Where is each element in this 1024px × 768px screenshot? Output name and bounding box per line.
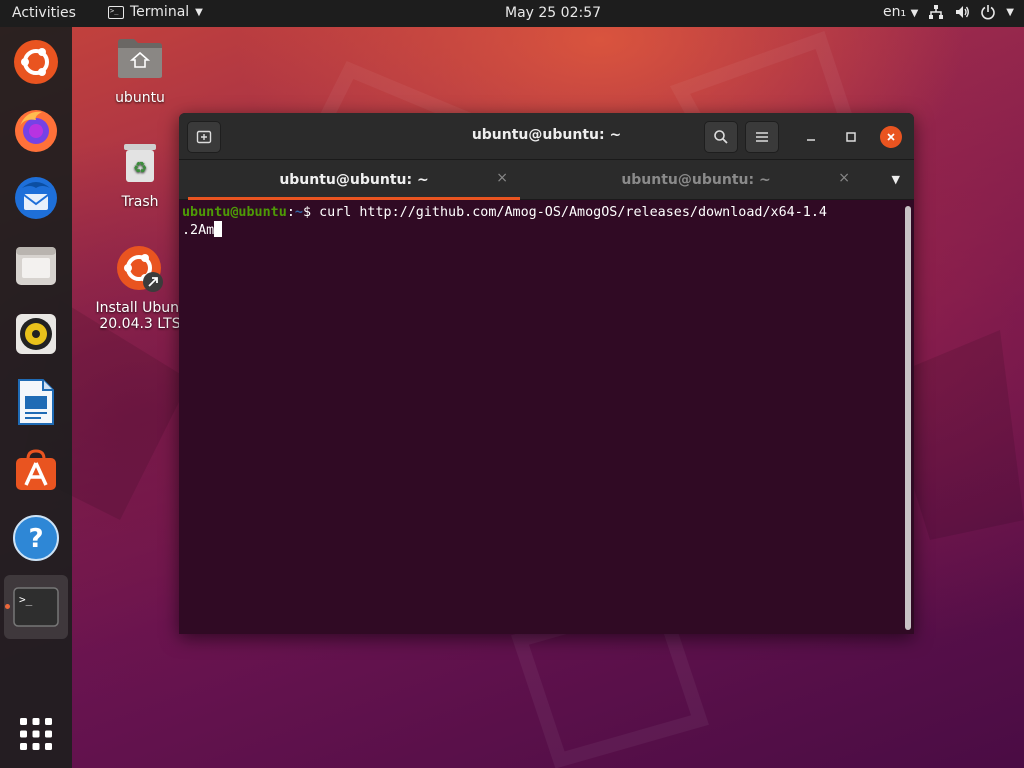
desktop-icon-label: 20.04.3 LTS <box>99 316 181 332</box>
tab-list-chevron-icon[interactable]: ▼ <box>892 173 900 186</box>
hamburger-menu-icon <box>756 132 768 142</box>
help-icon: ? <box>13 515 59 561</box>
prompt-path: ~ <box>294 205 303 220</box>
firefox-icon <box>15 110 57 152</box>
maximize-button[interactable] <box>840 126 862 148</box>
app-menu[interactable]: >_ Terminal ▼ <box>108 4 203 20</box>
files-icon <box>16 247 56 285</box>
app-grid-icon <box>20 718 52 750</box>
app-menu-label: Terminal <box>130 4 190 20</box>
prompt-separator: : <box>286 205 295 220</box>
terminal-window: ubuntu@ubuntu: ~ ubuntu@ubuntu: ~ × ubun… <box>179 113 914 634</box>
dock-item-terminal[interactable]: >_ <box>4 575 68 639</box>
desktop-icon-trash[interactable]: ♻ Trash <box>90 140 190 210</box>
dock: ? >_ <box>0 27 72 768</box>
svg-text:♻: ♻ <box>133 158 147 177</box>
desktop-icon-label: ubuntu <box>115 90 165 106</box>
tab-terminal-1[interactable]: ubuntu@ubuntu: ~ × <box>188 160 520 200</box>
dock-item-rhythmbox[interactable] <box>10 308 62 360</box>
svg-text:?: ? <box>28 524 43 554</box>
text-cursor <box>214 221 223 237</box>
close-button[interactable] <box>880 126 902 148</box>
minimize-button[interactable] <box>800 126 822 148</box>
chevron-down-icon: ▼ <box>910 8 919 19</box>
dock-item-firefox[interactable] <box>10 104 62 156</box>
chevron-down-icon: ▼ <box>195 6 203 18</box>
maximize-icon <box>846 132 856 142</box>
dock-item-libreoffice-writer[interactable] <box>10 376 62 428</box>
dock-item-install-ubuntu[interactable] <box>10 36 62 88</box>
terminal-scrollbar[interactable] <box>905 206 911 630</box>
trash-icon: ♻ <box>124 144 156 182</box>
terminal-small-icon: >_ <box>108 5 124 19</box>
volume-icon[interactable] <box>954 4 970 20</box>
search-icon <box>714 130 728 144</box>
power-icon[interactable] <box>980 4 996 20</box>
ubuntu-installer-icon <box>14 40 58 84</box>
tab-label: ubuntu@ubuntu: ~ <box>279 172 429 188</box>
tab-terminal-2[interactable]: ubuntu@ubuntu: ~ × <box>530 160 862 200</box>
prompt-symbol: $ <box>302 205 320 220</box>
dock-item-ubuntu-software[interactable] <box>10 444 62 496</box>
terminal-output[interactable]: ubuntu@ubuntu:~$ curl http://github.com/… <box>179 200 914 634</box>
system-tray[interactable]: en₁ ▼ ▼ <box>883 4 1014 20</box>
chevron-down-icon[interactable]: ▼ <box>1006 7 1014 18</box>
svg-text:>_: >_ <box>19 593 33 606</box>
libreoffice-writer-icon <box>18 379 54 425</box>
tab-close-icon[interactable]: × <box>496 170 508 186</box>
rhythmbox-icon <box>16 314 56 354</box>
prompt-user: ubuntu@ubuntu <box>182 205 287 220</box>
top-bar: Activities >_ Terminal ▼ May 25 02:57 en… <box>0 0 1024 27</box>
tab-close-icon[interactable]: × <box>838 170 850 186</box>
menu-button[interactable] <box>745 121 779 153</box>
dock-item-help[interactable]: ? <box>10 512 62 564</box>
desktop-icon-label: Install Ubunt <box>95 300 185 316</box>
close-icon <box>887 133 895 141</box>
tab-label: ubuntu@ubuntu: ~ <box>621 172 771 188</box>
language-indicator[interactable]: en₁ ▼ <box>883 4 918 20</box>
tab-bar: ubuntu@ubuntu: ~ × ubuntu@ubuntu: ~ × ▼ <box>179 160 914 200</box>
dock-item-files[interactable] <box>10 240 62 292</box>
desktop-icon-home[interactable]: ubuntu <box>90 36 190 106</box>
activities-button[interactable]: Activities <box>12 5 76 21</box>
desktop-icon-label: Trash <box>121 194 159 210</box>
dock-item-thunderbird[interactable] <box>10 172 62 224</box>
clock[interactable]: May 25 02:57 <box>505 5 601 21</box>
minimize-icon <box>807 139 815 141</box>
show-applications-button[interactable] <box>10 708 62 760</box>
command-text-continued: .2Am <box>182 223 215 238</box>
terminal-icon: >_ <box>13 587 59 627</box>
home-folder-icon <box>118 39 162 78</box>
desktop-icon-install-ubuntu[interactable]: Install Ubunt 20.04.3 LTS <box>90 244 190 332</box>
ubuntu-installer-icon <box>117 246 163 292</box>
thunderbird-icon <box>15 177 57 219</box>
search-button[interactable] <box>704 121 738 153</box>
ubuntu-software-icon <box>16 449 56 490</box>
command-text: curl http://github.com/Amog-OS/AmogOS/re… <box>319 205 827 220</box>
terminal-headerbar[interactable]: ubuntu@ubuntu: ~ <box>179 113 914 160</box>
network-icon[interactable] <box>928 4 944 20</box>
